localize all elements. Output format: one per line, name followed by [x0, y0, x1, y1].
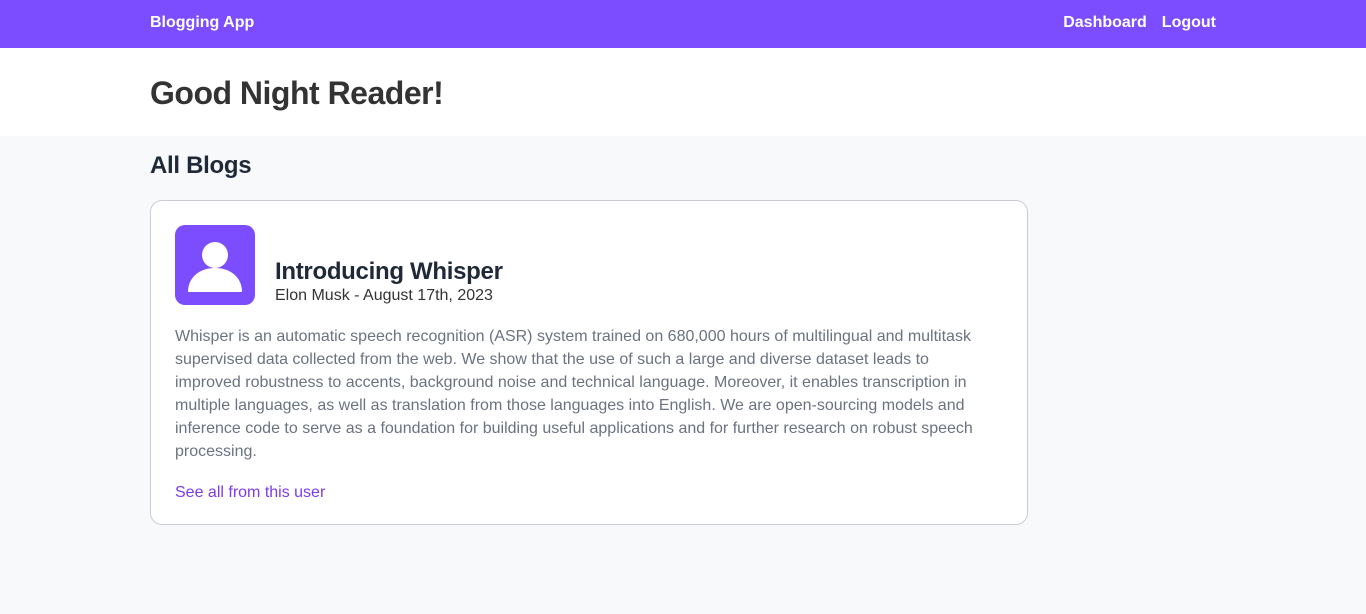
blog-author-date: Elon Musk - August 17th, 2023	[275, 287, 493, 304]
brand-link[interactable]: Blogging App	[150, 14, 254, 32]
all-blogs-heading: All Blogs	[150, 152, 252, 179]
blog-card: Introducing Whisper Elon Musk - August 1…	[150, 200, 1028, 525]
greeting-heading: Good Night Reader!	[150, 75, 444, 111]
see-all-from-user-link[interactable]: See all from this user	[175, 484, 325, 502]
greeting-banner: Good Night Reader!	[0, 48, 1366, 136]
nav-links: Dashboard Logout	[1063, 14, 1216, 32]
logout-link[interactable]: Logout	[1162, 14, 1216, 32]
blog-excerpt: Whisper is an automatic speech recogniti…	[175, 328, 973, 460]
author-avatar	[175, 225, 255, 305]
main-content: All Blogs Introducing Whisper Elon Musk …	[0, 136, 1366, 614]
dashboard-link[interactable]: Dashboard	[1063, 14, 1147, 32]
user-icon	[188, 242, 242, 292]
blog-title[interactable]: Introducing Whisper	[275, 258, 503, 286]
top-navbar: Blogging App Dashboard Logout	[0, 0, 1366, 48]
